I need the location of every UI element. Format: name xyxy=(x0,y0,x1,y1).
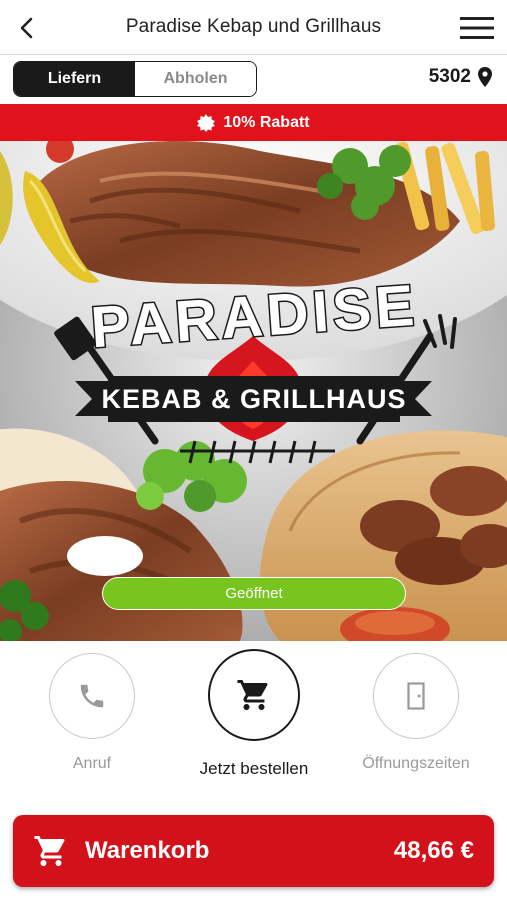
shopping-cart-icon xyxy=(34,836,65,866)
cart-button[interactable]: Warenkorb 48,66 € xyxy=(13,815,494,887)
mode-pickup-tab[interactable]: Abholen xyxy=(135,62,256,96)
restaurant-hero-image: KEBAB & GRILLHAUS PARADISE Geöffnet xyxy=(0,141,507,641)
back-button[interactable] xyxy=(10,11,44,45)
call-button[interactable] xyxy=(49,653,135,739)
app-header: Paradise Kebap und Grillhaus xyxy=(0,0,507,55)
quick-actions: Anruf Jetzt bestellen Öffnungszeiten xyxy=(0,641,507,801)
location-pin-icon xyxy=(478,67,492,87)
discount-badge-icon xyxy=(197,113,216,132)
postal-code-selector[interactable]: 5302 xyxy=(429,66,492,88)
hamburger-icon xyxy=(460,17,494,39)
door-icon xyxy=(407,682,425,710)
discount-banner: 10% Rabatt xyxy=(0,104,507,141)
opening-hours-label: Öffnungszeiten xyxy=(362,755,470,772)
opening-hours-button[interactable] xyxy=(373,653,459,739)
page-title: Paradise Kebap und Grillhaus xyxy=(125,16,382,37)
menu-button[interactable] xyxy=(457,11,497,45)
opening-hours-action[interactable]: Öffnungszeiten xyxy=(358,653,474,773)
chevron-left-icon xyxy=(20,17,33,39)
order-now-action[interactable]: Jetzt bestellen xyxy=(190,649,318,779)
cart-label: Warenkorb xyxy=(85,837,210,864)
postal-code: 5302 xyxy=(428,66,471,87)
mode-delivery-tab[interactable]: Liefern xyxy=(14,62,135,96)
cart-total: 48,66 € xyxy=(393,837,474,864)
order-mode-bar: Liefern Abholen 5302 xyxy=(0,56,507,104)
call-action[interactable]: Anruf xyxy=(47,653,137,773)
logo-subtitle: KEBAB & GRILLHAUS xyxy=(102,384,407,414)
call-label: Anruf xyxy=(72,755,112,772)
order-now-label: Jetzt bestellen xyxy=(199,759,309,778)
open-status-badge: Geöffnet xyxy=(102,577,406,610)
order-now-button[interactable] xyxy=(208,649,300,741)
phone-icon xyxy=(80,684,104,708)
delivery-mode-toggle: Liefern Abholen xyxy=(13,61,257,97)
discount-label: 10% Rabatt xyxy=(223,113,310,131)
hero-illustration: KEBAB & GRILLHAUS PARADISE xyxy=(0,141,507,641)
shopping-cart-icon xyxy=(237,680,268,710)
